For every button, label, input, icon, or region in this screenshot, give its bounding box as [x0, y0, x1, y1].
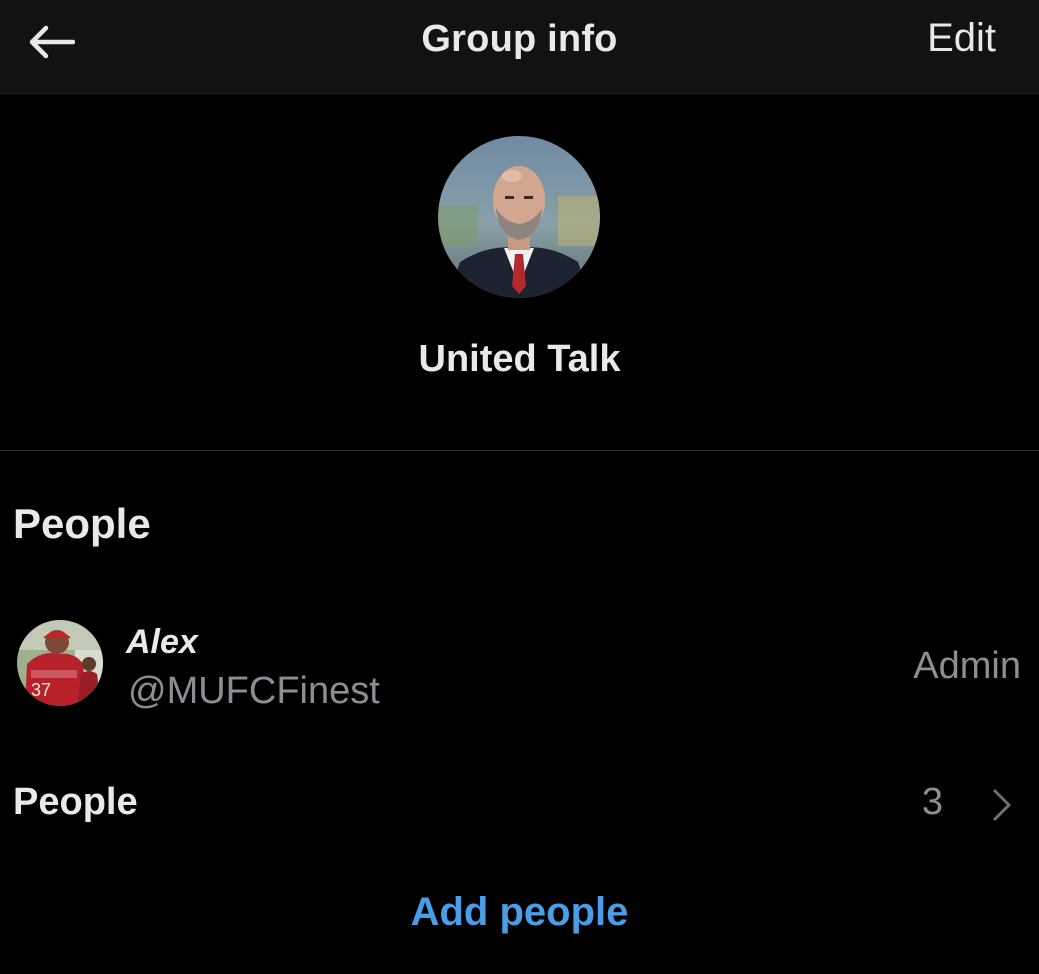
people-count-row[interactable]: People 3 [0, 765, 1039, 845]
group-name: United Talk [418, 338, 621, 380]
add-people-button[interactable]: Add people [0, 890, 1039, 935]
member-row[interactable]: 37 Alex @MUFCFinest Admin [0, 605, 1039, 725]
group-avatar[interactable] [438, 136, 600, 298]
member-name: Alex [126, 623, 198, 661]
people-count: 3 [921, 781, 943, 823]
edit-button[interactable]: Edit [927, 16, 996, 61]
member-avatar-photo: 37 [17, 620, 103, 706]
member-role-label: Admin [913, 645, 1021, 687]
page-title: Group info [421, 18, 618, 60]
people-section-heading: People [13, 500, 151, 547]
group-info-screen: Group info Edit United Talk People 37 Al… [0, 0, 1039, 974]
svg-text:37: 37 [31, 680, 51, 700]
chevron-right-icon [993, 789, 1011, 821]
top-bar: Group info Edit [0, 0, 1039, 95]
people-row-label: People [13, 781, 138, 823]
section-divider [0, 450, 1039, 451]
group-avatar-photo [438, 136, 600, 298]
member-handle: @MUFCFinest [128, 670, 380, 712]
member-avatar[interactable]: 37 [17, 620, 103, 706]
